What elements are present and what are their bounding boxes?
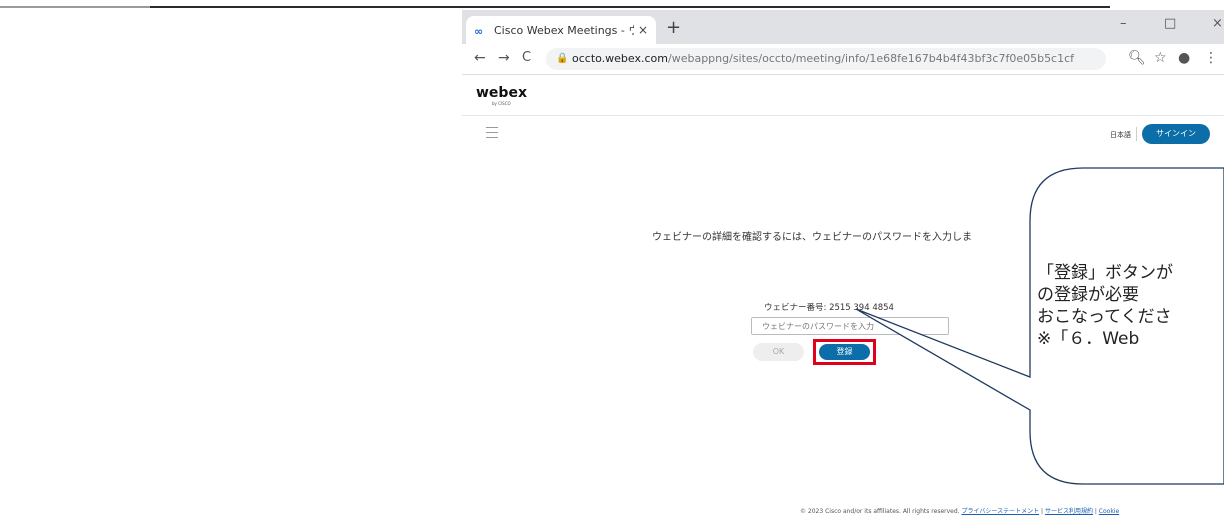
- callout-text: 「登録」ボタンが の登録が必要 おこなってくださ ※「６．Web: [1037, 262, 1173, 350]
- callout-line-4: ※「６．Web: [1037, 329, 1140, 349]
- callout-line-3: おこなってくださ: [1037, 307, 1172, 327]
- callout-line-2: の登録が必要: [1037, 285, 1139, 305]
- callout-bubble: [855, 167, 1224, 485]
- callout-line-1: 「登録」ボタンが: [1037, 263, 1173, 283]
